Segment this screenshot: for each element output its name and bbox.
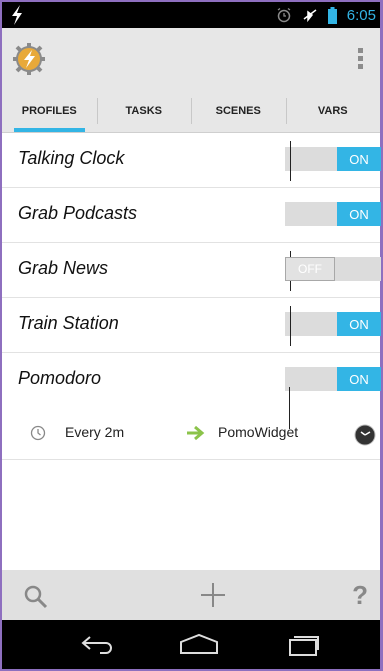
toggle-state: ON [337,312,381,336]
overflow-menu-icon[interactable] [358,48,364,72]
tab-profiles[interactable]: PROFILES [2,90,97,132]
tasker-logo-icon[interactable] [12,42,46,76]
plus-icon[interactable] [200,582,226,608]
clock-icon [30,425,46,441]
clock-widget-icon [354,424,376,446]
profile-list: Talking Clock ON Grab Podcasts ON Grab N… [2,133,381,570]
tab-bar: PROFILES TASKS SCENES VARS [2,90,380,133]
airplane-icon [303,9,317,23]
profile-name: Pomodoro [18,368,102,388]
profile-row[interactable]: Talking Clock ON [2,133,381,188]
toggle-state: ON [337,367,381,391]
arrow-right-icon [187,425,205,441]
profile-row[interactable]: Grab News OFF [2,243,381,298]
toggle-state: ON [337,147,381,171]
battery-icon [327,6,337,24]
back-icon[interactable] [80,633,116,655]
profile-name: Grab Podcasts [18,203,138,223]
profile-row[interactable]: Train Station ON [2,298,381,353]
tab-tasks[interactable]: TASKS [96,90,192,132]
profile-name: Train Station [18,313,119,333]
alarm-icon [277,7,291,23]
task-label[interactable]: PomoWidget [218,424,298,440]
tab-vars[interactable]: VARS [285,90,381,132]
context-label[interactable]: Every 2m [65,424,124,440]
help-button[interactable]: ? [352,580,368,611]
profile-row[interactable]: Pomodoro ON [2,353,381,407]
profile-toggle[interactable]: ON [285,306,381,346]
recents-icon[interactable] [287,633,321,657]
profile-row[interactable]: Grab Podcasts ON [2,188,381,243]
navigation-bar [2,620,380,669]
status-bar: 6:05 [2,2,380,28]
profile-toggle[interactable]: ON [285,367,381,391]
toggle-state: OFF [285,257,335,281]
profile-name: Talking Clock [18,148,125,168]
profile-toggle[interactable]: ON [285,202,381,226]
profile-context-row[interactable]: Every 2m PomoWidget [2,387,380,460]
status-time: 6:05 [346,6,376,24]
action-bar [2,28,380,90]
toggle-state: ON [337,202,381,226]
lightning-icon [12,5,22,25]
search-icon[interactable] [24,585,48,609]
profile-toggle[interactable]: ON [285,141,381,181]
profile-toggle[interactable]: OFF [285,251,381,291]
bottom-toolbar: ? [2,570,380,620]
home-icon[interactable] [178,633,220,655]
tab-scenes[interactable]: SCENES [191,90,286,132]
profile-name: Grab News [18,258,109,278]
